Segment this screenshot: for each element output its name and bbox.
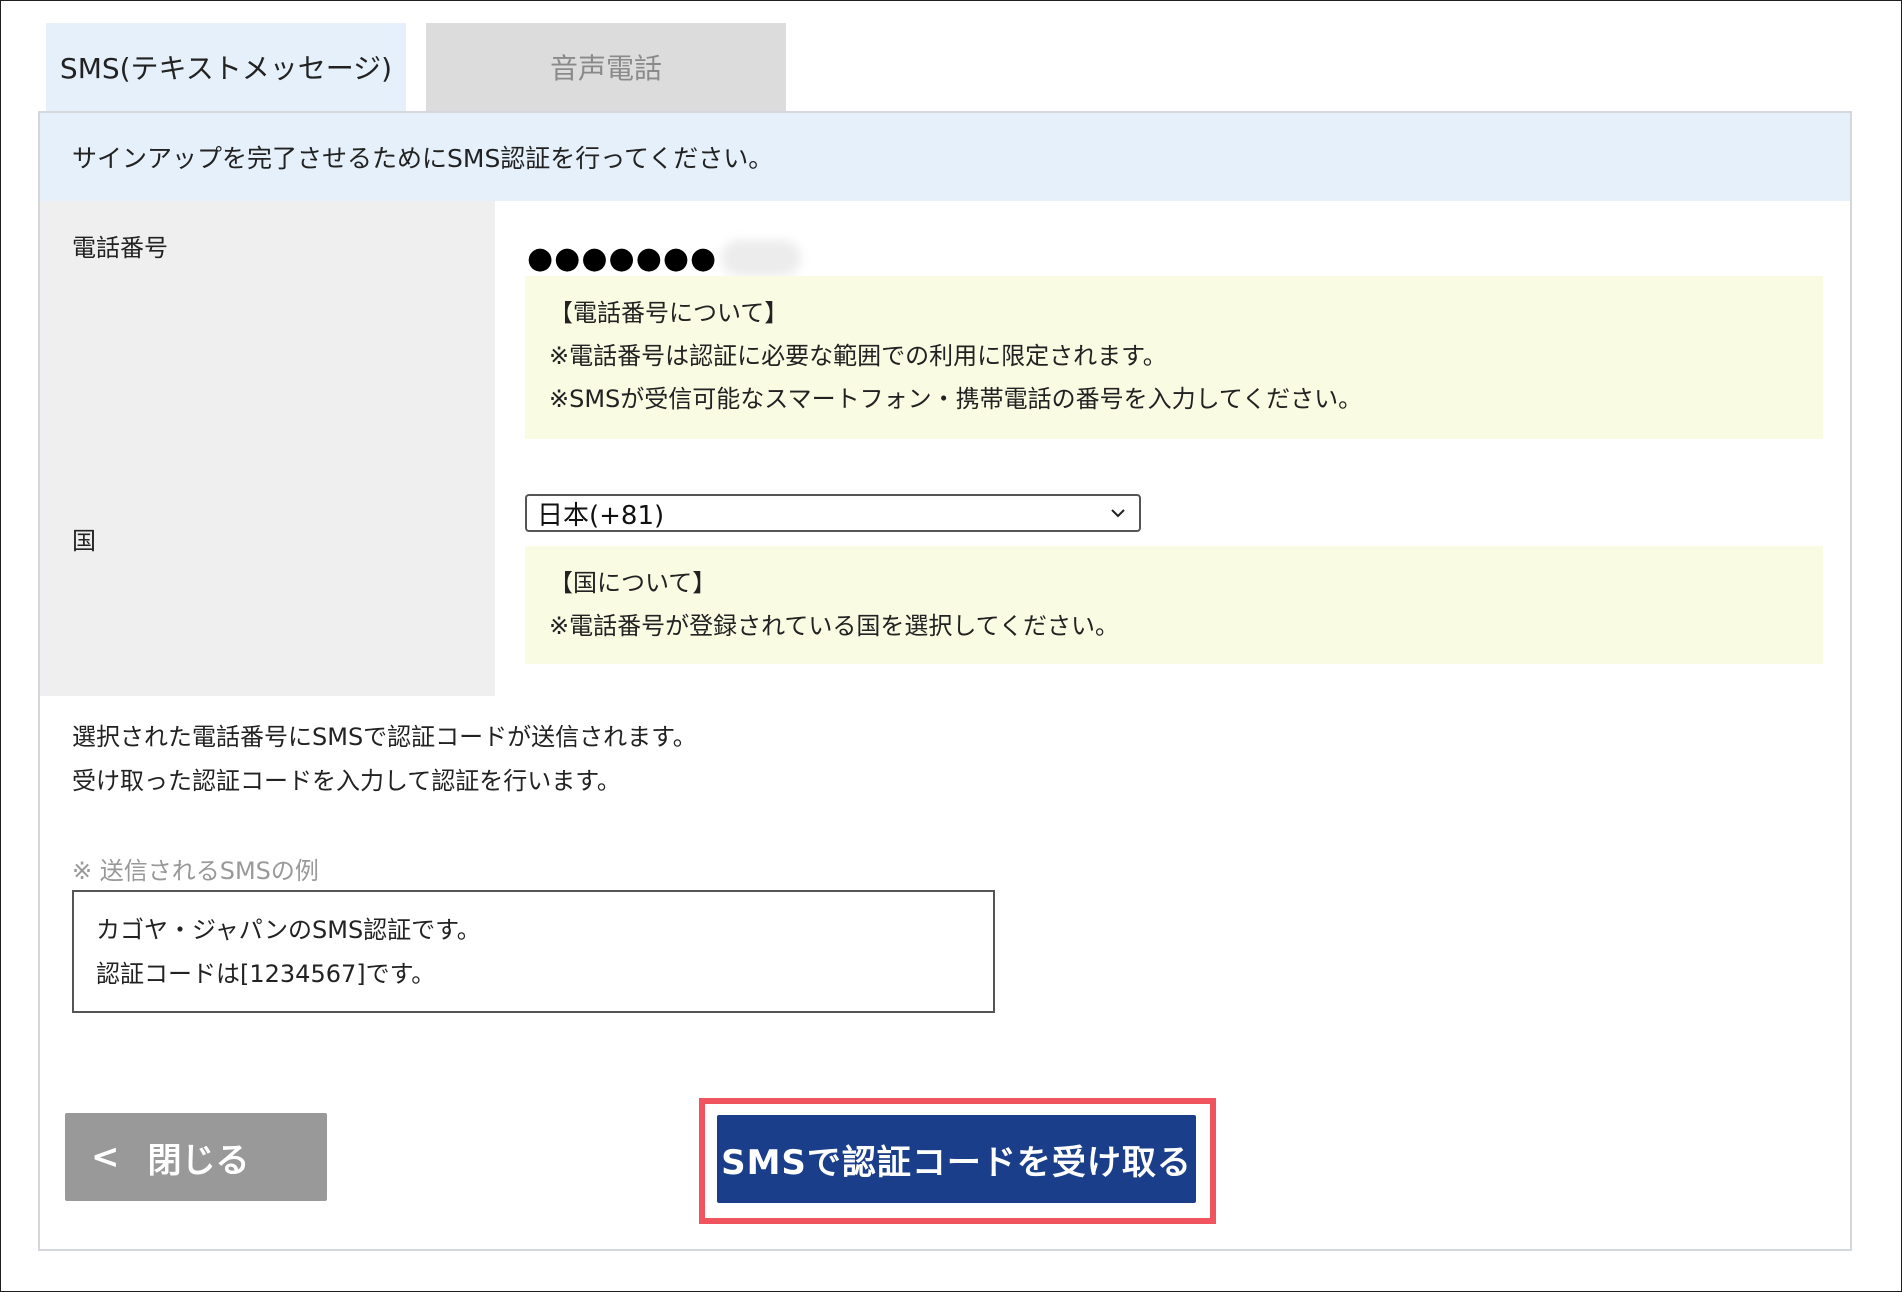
description-line: 受け取った認証コードを入力して認証を行います。 xyxy=(72,767,621,795)
form-label-column: 電話番号 国 xyxy=(40,201,495,696)
chevron-down-icon xyxy=(1111,509,1125,518)
country-note-line: ※電話番号が登録されている国を選択してください。 xyxy=(549,612,1119,640)
example-line: カゴヤ・ジャパンのSMS認証です。 xyxy=(96,916,481,944)
phone-note-line: ※SMSが受信可能なスマートフォン・携帯電話の番号を入力してください。 xyxy=(549,385,1363,413)
auth-panel: サインアップを完了させるためにSMS認証を行ってください。 電話番号 国 ●●●… xyxy=(38,111,1852,1251)
phone-number-masked: ●●●●●●● xyxy=(527,240,718,276)
country-label: 国 xyxy=(72,527,96,555)
sms-description: 選択された電話番号にSMSで認証コードが送信されます。 受け取った認証コードを入… xyxy=(72,715,697,803)
country-note-title: 【国について】 xyxy=(549,569,717,597)
back-arrow-icon: < xyxy=(91,1137,120,1177)
description-line: 選択された電話番号にSMSで認証コードが送信されます。 xyxy=(72,723,697,751)
receive-sms-code-button[interactable]: SMSで認証コードを受け取る xyxy=(717,1115,1196,1203)
tab-sms[interactable]: SMS(テキストメッセージ) xyxy=(46,23,406,111)
tab-voice-call[interactable]: 音声電話 xyxy=(426,23,786,111)
example-sms-box: カゴヤ・ジャパンのSMS認証です。 認証コードは[1234567]です。 xyxy=(72,890,995,1013)
close-button-label: 閉じる xyxy=(147,1140,250,1181)
phone-note-line: ※電話番号は認証に必要な範囲での利用に限定されます。 xyxy=(549,342,1167,370)
phone-note-title: 【電話番号について】 xyxy=(549,299,789,327)
receive-sms-code-label: SMSで認証コードを受け取る xyxy=(721,1142,1192,1183)
intro-message: サインアップを完了させるためにSMS認証を行ってください。 xyxy=(40,113,1850,201)
country-note: 【国について】 ※電話番号が登録されている国を選択してください。 xyxy=(525,546,1823,664)
country-select[interactable]: 日本(+81) xyxy=(525,494,1141,532)
phone-note: 【電話番号について】 ※電話番号は認証に必要な範囲での利用に限定されます。 ※S… xyxy=(525,276,1823,439)
sms-auth-window: SMS(テキストメッセージ) 音声電話 サインアップを完了させるためにSMS認証… xyxy=(0,0,1902,1292)
close-button[interactable]: < 閉じる xyxy=(65,1113,327,1201)
country-select-value: 日本(+81) xyxy=(537,500,665,531)
example-line: 認証コードは[1234567]です。 xyxy=(96,960,436,988)
phone-label: 電話番号 xyxy=(72,234,168,262)
phone-number-blurred xyxy=(721,240,802,276)
example-caption: ※ 送信されるSMSの例 xyxy=(72,857,319,885)
intro-text: サインアップを完了させるためにSMS認証を行ってください。 xyxy=(72,144,774,173)
